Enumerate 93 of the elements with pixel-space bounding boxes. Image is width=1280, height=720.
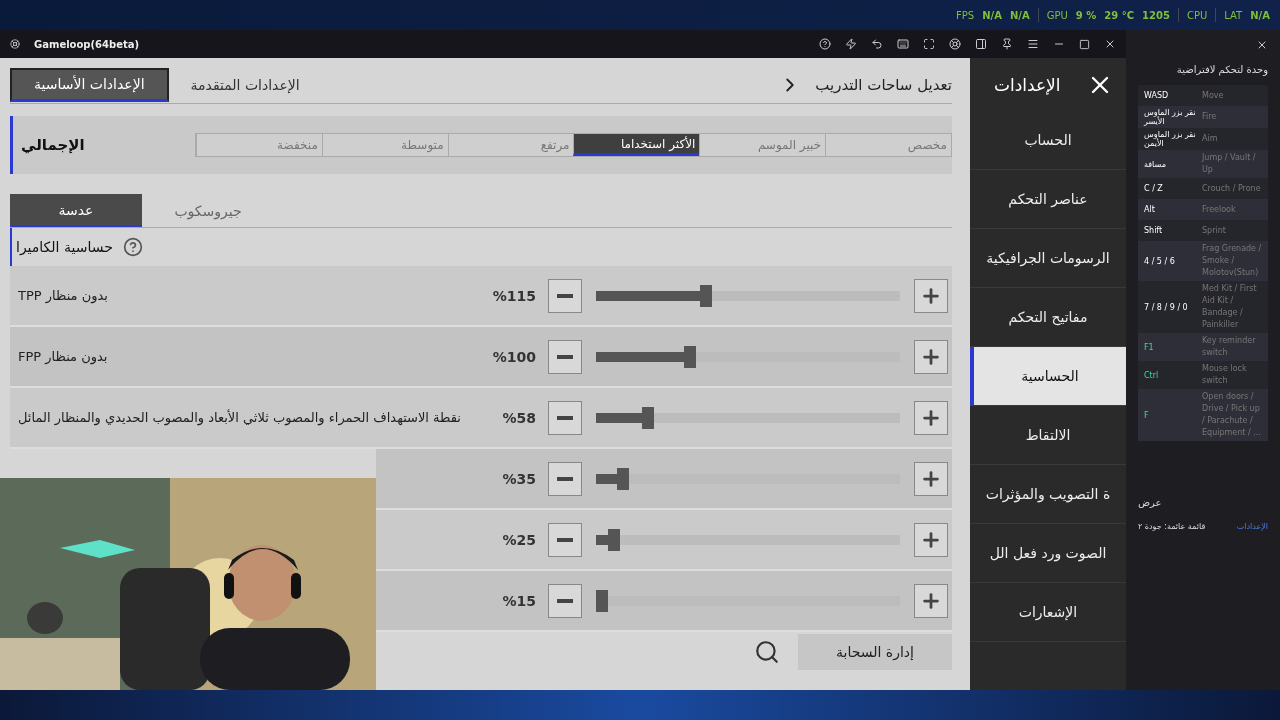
key-action: Aim	[1202, 133, 1219, 145]
gpu-load: 9 %	[1075, 9, 1097, 21]
search-icon[interactable]	[754, 639, 780, 665]
key-name: مسافة	[1144, 159, 1167, 169]
preset-option[interactable]: الأكثر استخداما	[573, 134, 700, 156]
minus-icon	[557, 354, 573, 359]
key-name: Alt	[1144, 205, 1156, 214]
key-action: Move	[1202, 89, 1225, 102]
slider-reading: %25	[501, 531, 536, 548]
mode-tab[interactable]: عدسة	[10, 194, 142, 227]
mode-tab[interactable]: جيروسكوب	[142, 194, 274, 227]
display-label: عرض	[1138, 497, 1163, 508]
preset-label: الإجمالي	[21, 136, 86, 154]
minus-icon	[557, 293, 573, 298]
increase-button[interactable]	[914, 461, 948, 496]
increase-button[interactable]	[914, 583, 948, 618]
minus-icon	[557, 415, 573, 420]
fullscreen-icon[interactable]	[923, 38, 935, 50]
key-action: Mouse lock switch	[1202, 363, 1248, 387]
slider-reading: %115	[491, 287, 536, 304]
slider-fill[interactable]	[596, 589, 609, 612]
back-label: تعديل ساحات التدريب	[815, 75, 952, 94]
key-action: Open doors / Drive / Pick up / Parachute / Equipment / ...	[1202, 391, 1262, 439]
slider-reading: %35	[501, 470, 536, 487]
settings-title: الإعدادات	[994, 74, 1061, 95]
cloud-button[interactable]: إدارة السحابة	[798, 634, 952, 670]
key-action: Fire	[1202, 111, 1218, 123]
panel-title: وحدة لتحكم لافتراضية	[1175, 64, 1268, 75]
decrease-button[interactable]	[548, 339, 582, 374]
key-action: Sprint	[1202, 224, 1227, 237]
nav-item[interactable]: الحساسية	[970, 347, 1126, 406]
minus-icon	[557, 476, 573, 481]
slider-reading: %58	[501, 409, 536, 426]
bolt-icon[interactable]	[845, 38, 857, 50]
key-name: نقر بزر الماوس الأيسر	[1144, 108, 1197, 126]
lat-value: N/A	[1250, 9, 1270, 21]
undo-icon[interactable]	[871, 38, 883, 50]
wheel-icon[interactable]	[949, 38, 961, 50]
fps-value: N/A	[1009, 9, 1030, 21]
increase-button[interactable]	[914, 400, 948, 435]
key-name: 4 / 5 / 6	[1144, 256, 1176, 266]
key-action: Freelook	[1202, 203, 1237, 216]
settings-link[interactable]: الإعدادات	[1236, 522, 1268, 531]
keyboard-icon[interactable]	[897, 38, 909, 50]
sidebar-icon[interactable]	[975, 38, 987, 50]
decrease-button[interactable]	[548, 278, 582, 313]
back-link[interactable]: تعديل ساحات التدريب	[779, 73, 952, 96]
decrease-button[interactable]	[548, 522, 582, 557]
close-icon[interactable]	[1256, 39, 1268, 51]
key-action: Frag Grenade / Smoke / Molotov(Stun)	[1202, 243, 1262, 279]
key-action: Key reminder switch	[1202, 335, 1257, 359]
minus-icon	[557, 537, 573, 542]
slider-label: بدون منظار FPP	[18, 349, 108, 364]
key-name: F1	[1144, 342, 1155, 352]
maximize-icon[interactable]	[1079, 38, 1090, 50]
fps-label: FPS	[956, 9, 975, 21]
decrease-button[interactable]	[548, 583, 582, 618]
settings-tab[interactable]: الإعدادات المتقدمة	[168, 67, 322, 102]
pin-icon[interactable]	[1001, 38, 1013, 50]
fps-value: N/A	[982, 9, 1002, 21]
cpu-label: CPU	[1186, 9, 1208, 21]
slider-label: بدون منظار TPP	[18, 288, 108, 303]
key-name: C / Z	[1144, 184, 1164, 193]
key-name: Ctrl	[1144, 370, 1160, 380]
key-action: Jump / Vault / Up	[1202, 152, 1257, 176]
settings-tab[interactable]: الإعدادات الأساسية	[10, 67, 169, 102]
app-logo-icon	[10, 39, 20, 49]
key-action: Crouch / Prone	[1202, 182, 1262, 195]
help-icon[interactable]	[122, 237, 143, 257]
increase-button[interactable]	[914, 278, 948, 313]
increase-button[interactable]	[914, 522, 948, 557]
slider-label: نقطة الاستهداف الحمراء والمصوب ثلاثي الأبعاد والمصوب الحديدي والمنظار المائل	[18, 410, 461, 425]
decrease-button[interactable]	[548, 400, 582, 435]
close-icon[interactable]	[1104, 38, 1116, 50]
lat-label: LAT	[1224, 9, 1243, 21]
key-action: Med Kit / First Aid Kit / Bandage / Painkiller	[1202, 283, 1258, 331]
increase-button[interactable]	[914, 339, 948, 374]
key-name: F	[1144, 410, 1150, 420]
key-name: 7 / 8 / 9 / 0	[1144, 302, 1189, 312]
floating-menu-text: قائمة عائمة: جودة ٢	[1138, 522, 1206, 531]
gpu-temperature: 29 °C	[1104, 9, 1135, 21]
key-name: WASD	[1144, 91, 1170, 100]
window-title: Gameloop(64beta)	[34, 38, 140, 50]
fan-speed: 1205	[1142, 9, 1170, 21]
key-name: Shift	[1144, 226, 1164, 235]
slider-reading: %100	[491, 348, 536, 365]
slider-reading: %15	[501, 592, 536, 609]
key-name: نقر بزر الماوس الأيمن	[1144, 130, 1197, 148]
decrease-button[interactable]	[548, 461, 582, 496]
gpu-label: GPU	[1046, 9, 1068, 21]
menu-icon[interactable]	[1027, 38, 1039, 50]
section-title: حساسية الكاميرا	[16, 239, 113, 255]
minus-icon	[557, 598, 573, 603]
